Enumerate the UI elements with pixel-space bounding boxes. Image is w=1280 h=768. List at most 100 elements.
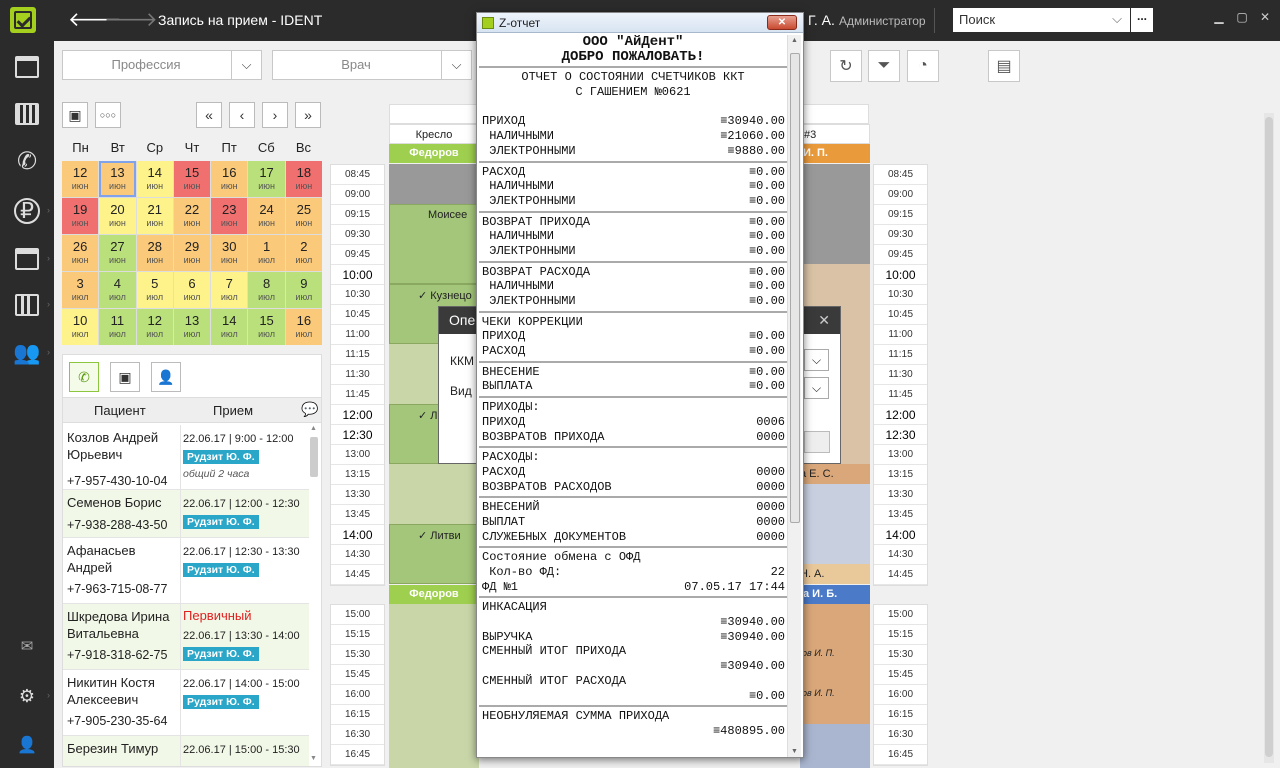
prev-month-button[interactable]: «	[196, 102, 222, 128]
search-more-button[interactable]: ...	[1131, 8, 1153, 32]
calendar-day[interactable]: 3 июл	[62, 272, 99, 308]
patient-phone[interactable]: +7-963-715-08-77	[67, 582, 167, 596]
close-button[interactable]: ✕	[767, 15, 797, 30]
nav-calls[interactable]: ✆	[0, 143, 54, 179]
table-row[interactable]: Семенов Борис +7-938-288-43-50 22.06.17 | …	[63, 490, 309, 538]
scroll-down-icon[interactable]: ▼	[791, 748, 798, 755]
doctor-select[interactable]: Врач ⌵	[272, 50, 472, 80]
calendar-day[interactable]: 6 июл	[173, 272, 211, 308]
calls-filter-button[interactable]: ✆	[69, 362, 99, 392]
close-icon[interactable]: ✕	[818, 307, 830, 334]
scroll-thumb[interactable]	[1265, 117, 1273, 757]
calendar-day[interactable]: 27 июн	[99, 235, 136, 271]
nav-reports[interactable]: ›	[0, 287, 54, 323]
calendar-day[interactable]: 23 июн	[211, 198, 248, 234]
more-button[interactable]: ○○○	[95, 102, 121, 128]
scroll-thumb[interactable]	[790, 53, 800, 523]
doctor-badge[interactable]: Рудзит Ю. Ф.	[183, 563, 259, 577]
close-icon[interactable]: ✕	[1259, 11, 1271, 23]
visits-filter-button[interactable]: ▣	[110, 362, 140, 392]
calendar-day[interactable]: 4 июл	[99, 272, 136, 308]
patient-list-scrollbar[interactable]: ▲ ▼	[310, 425, 318, 762]
nav-patients-card[interactable]	[0, 49, 54, 85]
calendar-day[interactable]: 9 июл	[285, 272, 322, 308]
doctor-band[interactable]: Федоров	[389, 144, 479, 163]
table-row[interactable]: Березин Тимур 22.06.17 | 15:00 - 15:30	[63, 736, 309, 766]
profession-select[interactable]: Профессия ⌵	[62, 50, 262, 80]
z-report-scrollbar[interactable]: ▲ ▼	[787, 35, 801, 757]
doctor-band-2-right[interactable]: а И. Б.	[800, 585, 870, 604]
refresh-button[interactable]: ↻	[830, 50, 862, 82]
calendar-day[interactable]: 13 июн	[99, 161, 136, 197]
prev-week-button[interactable]: ‹	[229, 102, 255, 128]
search-input[interactable]: Поиск ⌵	[953, 8, 1130, 32]
doctor-badge[interactable]: Рудзит Ю. Ф.	[183, 647, 259, 661]
nav-calendar[interactable]	[0, 96, 54, 132]
patient-phone[interactable]: +7-905-230-35-64	[67, 714, 167, 728]
calendar-day[interactable]: 14 июл	[211, 309, 248, 345]
nav-staff[interactable]: 👥 ›	[0, 335, 54, 371]
calendar-day[interactable]: 11 июл	[99, 309, 136, 345]
nav-payments[interactable]: ₽ ›	[0, 193, 54, 229]
nav-mail[interactable]: ✉	[0, 628, 54, 664]
doctor-badge[interactable]: Рудзит Ю. Ф.	[183, 450, 259, 464]
calendar-day[interactable]: 2 июл	[285, 235, 322, 271]
appointment-block[interactable]: ✓ Литви	[389, 524, 479, 584]
calendar-day[interactable]: 20 июн	[99, 198, 136, 234]
calendar-day[interactable]: 16 июн	[211, 161, 248, 197]
nav-profile[interactable]: 👤	[0, 727, 54, 763]
main-scrollbar[interactable]	[1264, 113, 1274, 763]
calendar-day[interactable]: 18 июн	[285, 161, 322, 197]
calendar-day[interactable]: 5 июл	[136, 272, 173, 308]
today-button[interactable]: ▣	[62, 102, 88, 128]
table-row[interactable]: Никитин Костя Алексеевич +7-905-230-35-64…	[63, 670, 309, 736]
nav-settings[interactable]: ⚙ ›	[0, 678, 54, 714]
calendar-day[interactable]: 1 июл	[248, 235, 285, 271]
appointment-block[interactable]	[800, 484, 870, 564]
patient-phone[interactable]: +7-957-430-10-04	[67, 474, 167, 488]
calendar-day[interactable]: 15 июн	[173, 161, 211, 197]
user-name[interactable]: Г. А.	[808, 12, 835, 28]
next-month-button[interactable]: »	[295, 102, 321, 128]
chevron-down-icon[interactable]: ⌵	[804, 349, 829, 371]
calendar-day[interactable]: 7 июл	[211, 272, 248, 308]
patient-phone[interactable]: +7-918-318-62-75	[67, 648, 167, 662]
scroll-down-icon[interactable]: ▼	[310, 755, 317, 762]
calendar-day[interactable]: 15 июл	[248, 309, 285, 345]
chevron-down-icon[interactable]: ⌵	[441, 51, 471, 79]
calendar-day[interactable]: 28 июн	[136, 235, 173, 271]
calendar-day[interactable]: 17 июн	[248, 161, 285, 197]
app-logo-icon[interactable]	[10, 7, 36, 33]
table-row[interactable]: Афанасьев Андрей +7-963-715-08-77 22.06.17…	[63, 538, 309, 604]
maximize-icon[interactable]: ▢	[1236, 11, 1248, 23]
calendar-day[interactable]: 26 июн	[62, 235, 99, 271]
calendar-day[interactable]: 12 июн	[62, 161, 99, 197]
doctor-badge[interactable]: Рудзит Ю. Ф.	[183, 515, 259, 529]
calendar-day[interactable]: 24 июн	[248, 198, 285, 234]
appointment-block[interactable]: Н. А.	[800, 564, 870, 584]
calendar-day[interactable]: 21 июн	[136, 198, 173, 234]
table-row[interactable]: Козлов Андрей Юрьевич +7-957-430-10-04 22.…	[63, 425, 309, 490]
doctor-band-right[interactable]: И. П.	[800, 144, 870, 163]
chevron-down-icon[interactable]: ⌵	[1112, 11, 1122, 27]
dialog-button[interactable]	[804, 431, 830, 453]
calendar-day[interactable]: 8 июл	[248, 272, 285, 308]
patient-phone[interactable]: +7-938-288-43-50	[67, 518, 167, 532]
calendar-day[interactable]: 25 июн	[285, 198, 322, 234]
calendar-day[interactable]: 12 июл	[136, 309, 173, 345]
nav-cashbox[interactable]: ›	[0, 241, 54, 277]
scroll-up-icon[interactable]: ▲	[791, 37, 798, 44]
doctor-band-2[interactable]: Федоров	[389, 585, 479, 604]
notes-button[interactable]: ▤	[988, 50, 1020, 82]
patient-filter-button[interactable]: 👤	[151, 362, 181, 392]
chevron-down-icon[interactable]: ⌵	[231, 51, 261, 79]
calendar-day[interactable]: 29 июн	[173, 235, 211, 271]
forward-arrow-icon[interactable]: 🡒	[104, 8, 158, 32]
chevron-down-icon[interactable]: ⌵	[804, 377, 829, 399]
comment-icon[interactable]: 💬	[301, 401, 318, 418]
appointment-block[interactable]: ов И. П. ов И. П.	[800, 604, 870, 724]
calendar-day[interactable]: 30 июн	[211, 235, 248, 271]
calendar-day[interactable]: 19 июн	[62, 198, 99, 234]
appointment-block[interactable]: Моисее	[389, 204, 479, 284]
calendar-day[interactable]: 10 июл	[62, 309, 99, 345]
